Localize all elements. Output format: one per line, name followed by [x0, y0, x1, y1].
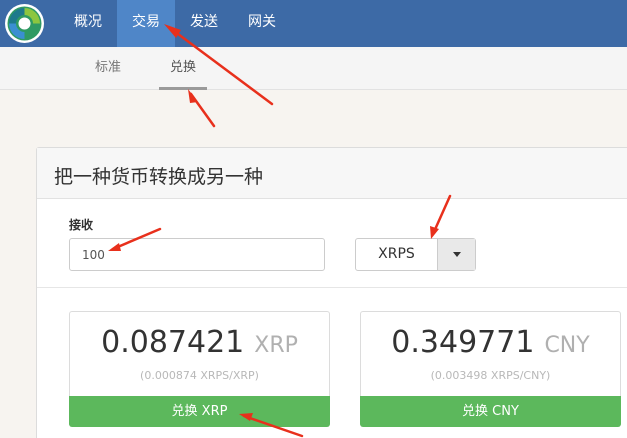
- annotation-arrowhead: [188, 89, 198, 103]
- quote-rate: (0.000874 XRPS/XRP): [140, 369, 259, 382]
- exchange-xrp-button[interactable]: 兑换 XRP: [69, 396, 330, 427]
- app-logo-icon[interactable]: [5, 4, 44, 43]
- nav-trade[interactable]: 交易: [117, 0, 175, 47]
- sub-navbar: 标准 兑换: [0, 47, 627, 90]
- nav-send[interactable]: 发送: [175, 0, 233, 47]
- quote-amount: 0.349771 CNY: [361, 325, 620, 360]
- annotation-arrow: [189, 92, 216, 128]
- quote-card-xrp: 0.087421 XRP (0.000874 XRPS/XRP) 兑换 XRP: [69, 311, 330, 427]
- nav-gateway[interactable]: 网关: [233, 0, 291, 47]
- receive-amount-input[interactable]: [69, 238, 325, 271]
- quote-amount: 0.087421 XRP: [70, 325, 329, 360]
- caret-down-icon: [453, 252, 461, 257]
- dropdown-toggle-button[interactable]: [437, 239, 475, 270]
- panel-title: 把一种货币转换成另一种: [54, 166, 264, 188]
- receive-label: 接收: [69, 218, 94, 232]
- quote-unit: CNY: [544, 333, 590, 358]
- nav-overview[interactable]: 概况: [59, 0, 117, 47]
- panel-header: 把一种货币转换成另一种: [37, 148, 627, 199]
- quote-card-cny: 0.349771 CNY (0.003498 XRPS/CNY) 兑换 CNY: [360, 311, 621, 427]
- quote-value: 0.349771: [391, 325, 535, 360]
- quote-value: 0.087421: [101, 325, 245, 360]
- tab-standard[interactable]: 标准: [80, 47, 136, 90]
- quote-rate: (0.003498 XRPS/CNY): [430, 369, 551, 382]
- top-navbar: 概况 交易 发送 网关: [0, 0, 627, 47]
- currency-selected-value: XRPS: [378, 246, 415, 262]
- section-divider: [37, 287, 627, 288]
- tab-exchange[interactable]: 兑换: [159, 47, 207, 90]
- currency-select[interactable]: XRPS: [355, 238, 476, 271]
- exchange-cny-button[interactable]: 兑换 CNY: [360, 396, 621, 427]
- quote-unit: XRP: [254, 333, 298, 358]
